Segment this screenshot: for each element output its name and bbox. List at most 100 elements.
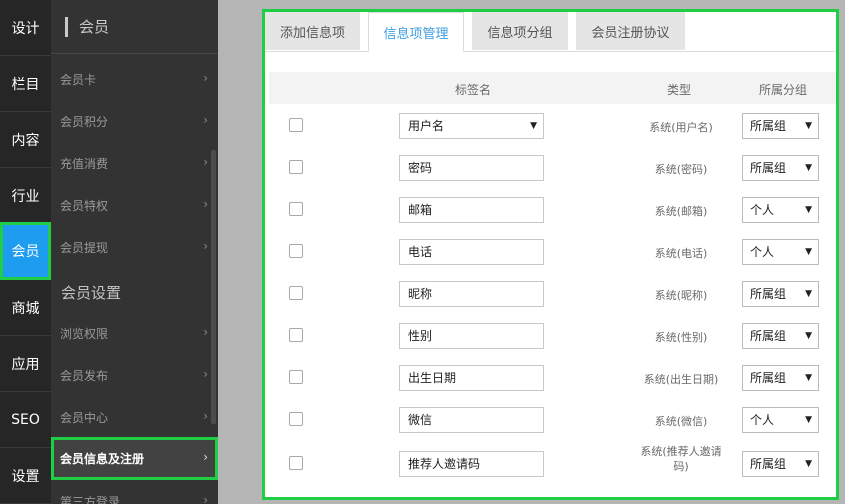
sidebar-scrollbar[interactable]: [211, 150, 216, 424]
sidebar-item-label: 会员提现: [60, 240, 109, 255]
header-group: 所属分组: [759, 83, 808, 97]
type-text: 系统(用户名): [649, 121, 713, 134]
caret-down-icon: ▼: [530, 121, 537, 131]
tab-add-info-item[interactable]: 添加信息项: [265, 12, 360, 50]
rail-item-industry[interactable]: 行业: [0, 168, 51, 224]
header-label: 标签名: [455, 83, 492, 97]
sidebar-item-member-center[interactable]: 会员中心 ›: [51, 396, 218, 438]
sidebar-item-privileges[interactable]: 会员特权 ›: [51, 184, 218, 226]
group-select[interactable]: 个人 ▼: [742, 239, 819, 265]
group-select[interactable]: 所属组 ▼: [742, 323, 819, 349]
row-checkbox[interactable]: [289, 160, 303, 174]
sidebar-item-label: 会员积分: [60, 114, 109, 129]
sidebar-item-member-card[interactable]: 会员卡 ›: [51, 58, 218, 100]
row-checkbox[interactable]: [289, 456, 303, 470]
chevron-right-icon: ›: [203, 155, 208, 169]
table-row: 微信 系统(微信) 个人 ▼: [269, 398, 835, 440]
group-select[interactable]: 所属组 ▼: [742, 451, 819, 477]
label-input[interactable]: 邮箱: [399, 197, 544, 223]
sidebar-item-label: 会员发布: [60, 368, 109, 383]
group-select[interactable]: 个人 ▼: [742, 407, 819, 433]
label-input-value: 出生日期: [408, 371, 457, 385]
table-row: 用户名 ▼ 系统(用户名) 所属组 ▼: [269, 104, 835, 146]
label-input-value: 性别: [408, 329, 433, 343]
sidebar-item-member-publish[interactable]: 会员发布 ›: [51, 354, 218, 396]
group-select-value: 所属组: [750, 287, 787, 301]
sidebar-item-recharge[interactable]: 充值消费 ›: [51, 142, 218, 184]
caret-down-icon: ▼: [805, 163, 812, 173]
rail-item-content[interactable]: 内容: [0, 112, 51, 168]
group-select-value: 所属组: [750, 119, 787, 133]
chevron-right-icon: ›: [203, 71, 208, 85]
label-input[interactable]: 微信: [399, 407, 544, 433]
caret-down-icon: ▼: [805, 459, 812, 469]
type-text: 系统(推荐人邀请码): [640, 445, 722, 473]
table-row: 电话 系统(电话) 个人 ▼: [269, 230, 835, 272]
row-checkbox[interactable]: [289, 412, 303, 426]
caret-down-icon: ▼: [805, 373, 812, 383]
tab-registration-agreement[interactable]: 会员注册协议: [576, 12, 685, 50]
tab-info-item-group[interactable]: 信息项分组: [472, 12, 568, 50]
group-select-value: 个人: [750, 413, 775, 427]
label-input[interactable]: 用户名 ▼: [399, 113, 544, 139]
label-input[interactable]: 性别: [399, 323, 544, 349]
group-select[interactable]: 所属组 ▼: [742, 281, 819, 307]
caret-down-icon: ▼: [805, 331, 812, 341]
label-input-value: 邮箱: [408, 203, 433, 217]
sidebar-item-member-points[interactable]: 会员积分 ›: [51, 100, 218, 142]
rail-item-member[interactable]: 会员: [0, 222, 51, 280]
sidebar-item-label: 会员特权: [60, 198, 109, 213]
label-input[interactable]: 密码: [399, 155, 544, 181]
chevron-right-icon: ›: [203, 409, 208, 423]
rail-item-seo[interactable]: SEO: [0, 392, 51, 448]
caret-down-icon: ▼: [805, 121, 812, 131]
chevron-right-icon: ›: [203, 197, 208, 211]
sidebar-item-third-party-login[interactable]: 第三方登录 ›: [51, 480, 218, 504]
type-text: 系统(性别): [654, 331, 708, 344]
rail-item-settings[interactable]: 设置: [0, 448, 51, 504]
table-row: 密码 系统(密码) 所属组 ▼: [269, 146, 835, 188]
group-select[interactable]: 所属组 ▼: [742, 155, 819, 181]
table-row: 出生日期 系统(出生日期) 所属组 ▼: [269, 356, 835, 398]
type-text: 系统(密码): [654, 163, 708, 176]
group-select-value: 个人: [750, 245, 775, 259]
label-input[interactable]: 出生日期: [399, 365, 544, 391]
group-select-value: 所属组: [750, 371, 787, 385]
tab-info-item-management[interactable]: 信息项管理: [368, 12, 464, 52]
type-text: 系统(电话): [654, 247, 708, 260]
rail-item-design[interactable]: 设计: [0, 0, 51, 56]
sidebar-item-browse-permission[interactable]: 浏览权限 ›: [51, 312, 218, 354]
rail-item-mall[interactable]: 商城: [0, 280, 51, 336]
sidebar-item-withdraw[interactable]: 会员提现 ›: [51, 226, 218, 268]
chevron-right-icon: ›: [203, 367, 208, 381]
row-checkbox[interactable]: [289, 202, 303, 216]
label-input[interactable]: 电话: [399, 239, 544, 265]
label-input[interactable]: 昵称: [399, 281, 544, 307]
table-row: 性别 系统(性别) 所属组 ▼: [269, 314, 835, 356]
sidebar-item-label: 会员中心: [60, 410, 109, 425]
row-checkbox[interactable]: [289, 286, 303, 300]
row-checkbox[interactable]: [289, 370, 303, 384]
row-checkbox[interactable]: [289, 244, 303, 258]
table-row: 邮箱 系统(邮箱) 个人 ▼: [269, 188, 835, 230]
sidebar-item-label: 第三方登录: [60, 494, 121, 504]
group-select[interactable]: 所属组 ▼: [742, 365, 819, 391]
label-input-value: 用户名: [408, 119, 445, 133]
label-input[interactable]: 推荐人邀请码: [399, 451, 544, 477]
caret-down-icon: ▼: [805, 415, 812, 425]
rail-item-apps[interactable]: 应用: [0, 336, 51, 392]
sidebar-item-member-info-registration[interactable]: 会员信息及注册 ›: [51, 437, 218, 480]
row-checkbox[interactable]: [289, 118, 303, 132]
type-text: 系统(微信): [654, 415, 708, 428]
row-checkbox[interactable]: [289, 328, 303, 342]
table-row: 昵称 系统(昵称) 所属组 ▼: [269, 272, 835, 314]
group-select[interactable]: 个人 ▼: [742, 197, 819, 223]
caret-down-icon: ▼: [805, 289, 812, 299]
main-nav-rail: 设计 栏目 内容 行业 会员 商城 应用 SEO 设置: [0, 0, 51, 504]
chevron-right-icon: ›: [203, 325, 208, 339]
rail-item-column[interactable]: 栏目: [0, 56, 51, 112]
chevron-right-icon: ›: [203, 239, 208, 253]
group-select[interactable]: 所属组 ▼: [742, 113, 819, 139]
caret-down-icon: ▼: [805, 205, 812, 215]
tab-bar: 添加信息项 信息项管理 信息项分组 会员注册协议: [265, 12, 836, 52]
